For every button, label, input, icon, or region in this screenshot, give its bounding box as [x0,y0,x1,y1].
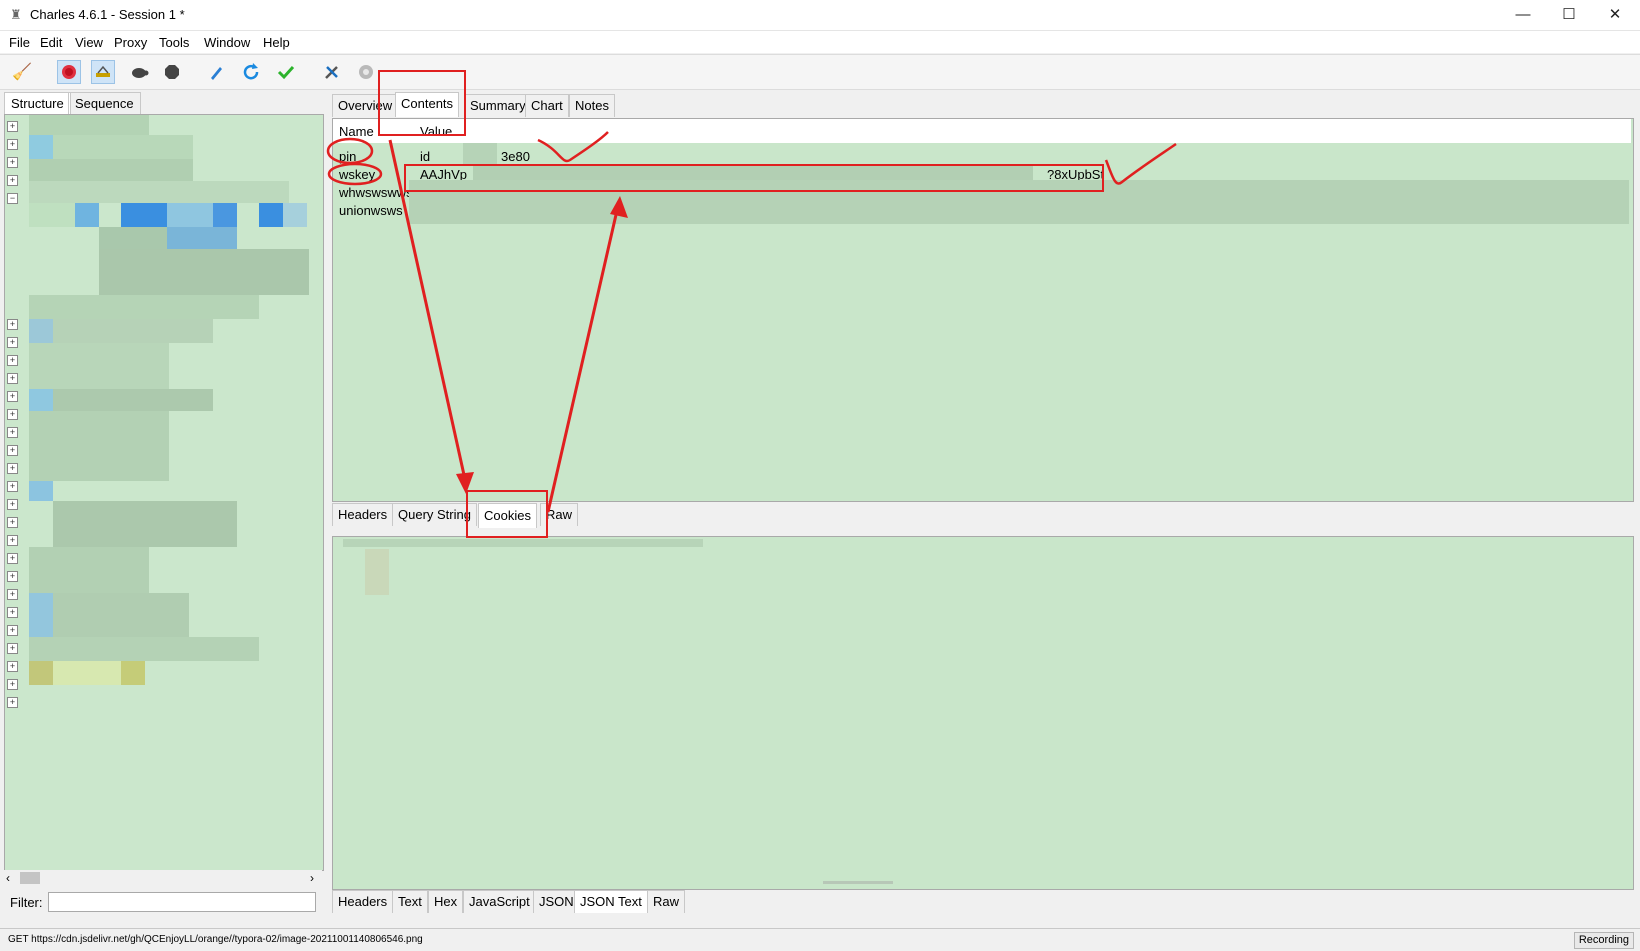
annotation-arrow-up [546,205,620,513]
annotation-circle-pin [326,137,374,165]
arrow-head-icon [610,196,628,218]
annotation-circle-wskey [327,162,383,186]
annotation-checkmark [537,131,609,163]
arrow-head-icon [456,472,474,494]
annotation-overlay [326,131,1177,513]
annotation-arrow-down [388,139,468,485]
annotation-checkmark [1104,142,1177,185]
